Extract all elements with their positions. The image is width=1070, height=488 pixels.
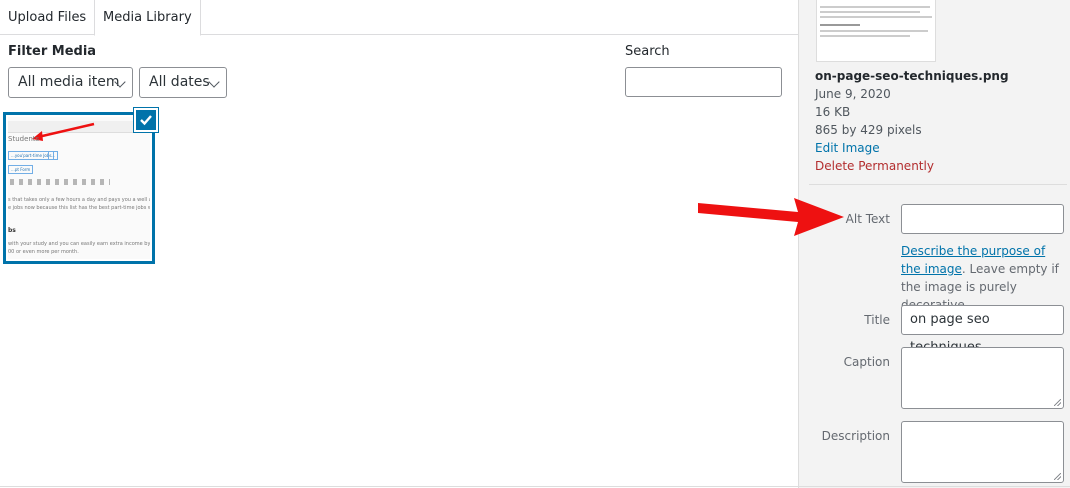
- search-input[interactable]: [625, 67, 782, 97]
- thumbnail-text-line: 00 or even more per month.: [8, 249, 79, 255]
- attachment-filename: on-page-seo-techniques.png: [815, 69, 1009, 83]
- thumbnail-bold-text: bs: [8, 227, 16, 234]
- title-label: Title: [864, 313, 890, 327]
- title-input[interactable]: on page seo techniques: [901, 305, 1064, 355]
- alt-text-label: Alt Text: [845, 212, 890, 226]
- description-textarea[interactable]: [901, 421, 1064, 483]
- date-select-value: All dates: [149, 74, 210, 90]
- media-tabs: Upload Files Media Library: [0, 0, 798, 36]
- edit-image-link[interactable]: Edit Image: [815, 141, 880, 155]
- search-label: Search: [625, 44, 670, 59]
- media-type-select[interactable]: All media item: [8, 67, 133, 98]
- description-label: Description: [821, 429, 890, 443]
- tab-upload-files[interactable]: Upload Files: [0, 0, 94, 35]
- thumbnail-button: ...: [48, 151, 58, 160]
- annotation-arrow-icon: [698, 198, 844, 236]
- selected-check-button[interactable]: [134, 108, 158, 132]
- thumbnail-text-line: e jobs now because this list has the bes…: [8, 205, 150, 211]
- bottom-divider: [0, 486, 1070, 487]
- delete-permanently-link[interactable]: Delete Permanently: [815, 159, 934, 173]
- date-select[interactable]: All dates: [139, 67, 227, 98]
- thumbnail-button: ...pt Form: [8, 165, 34, 174]
- attachment-thumbnail[interactable]: Students ...you'part-time Jobs ... ...pt…: [3, 112, 155, 264]
- thumbnail-heading: Students: [8, 135, 40, 143]
- thumbnail-editor-icons: [10, 179, 110, 185]
- tab-media-library[interactable]: Media Library: [94, 0, 201, 36]
- alt-text-input[interactable]: [901, 204, 1064, 234]
- attachment-filesize: 16 KB: [815, 105, 851, 119]
- resize-handle-icon[interactable]: [1054, 473, 1061, 480]
- attachment-dimensions: 865 by 429 pixels: [815, 123, 922, 137]
- checkmark-icon: [140, 115, 152, 126]
- chevron-down-icon: [208, 76, 220, 88]
- attachment-date: June 9, 2020: [815, 87, 891, 101]
- caption-textarea[interactable]: [901, 347, 1064, 409]
- filter-media-heading: Filter Media: [8, 44, 97, 59]
- media-type-select-value: All media item: [18, 74, 120, 90]
- resize-handle-icon[interactable]: [1054, 399, 1061, 406]
- alt-text-help: Describe the purpose of the image. Leave…: [901, 242, 1061, 314]
- thumbnail-image: Students ...you'part-time Jobs ... ...pt…: [8, 117, 150, 259]
- caption-label: Caption: [843, 355, 890, 369]
- attachment-preview-image: [816, 0, 936, 62]
- sidebar-divider: [809, 184, 1067, 185]
